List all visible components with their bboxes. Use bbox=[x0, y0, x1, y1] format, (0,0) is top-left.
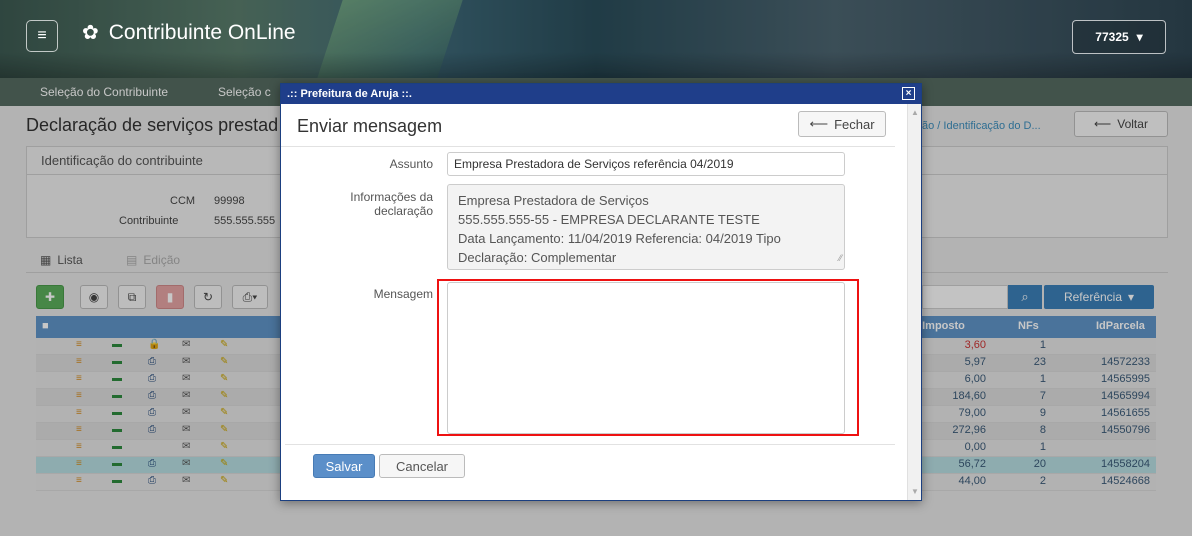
chevron-down-icon: ▾ bbox=[1136, 30, 1143, 44]
dialog-footer-divider bbox=[285, 444, 895, 445]
scroll-up-icon[interactable]: ▲ bbox=[911, 108, 919, 117]
hamburger-menu-button[interactable]: ≡ bbox=[26, 20, 58, 52]
scroll-down-icon[interactable]: ▼ bbox=[911, 487, 919, 496]
gear-icon: ✿ bbox=[82, 22, 99, 44]
cancel-button[interactable]: Cancelar bbox=[379, 454, 465, 478]
arrow-left-icon: ⟵ bbox=[809, 116, 829, 131]
save-button[interactable]: Salvar bbox=[313, 454, 375, 478]
brand-title: Contribuinte OnLine bbox=[108, 20, 296, 44]
dialog-titlebar: .:: Prefeitura de Aruja ::. × bbox=[281, 84, 921, 104]
dialog-window-title: .:: Prefeitura de Aruja ::. bbox=[287, 88, 412, 100]
close-icon[interactable]: × bbox=[902, 87, 915, 100]
info-line: 555.555.555-55 - EMPRESA DECLARANTE TEST… bbox=[458, 212, 760, 227]
highlight-box bbox=[437, 279, 859, 436]
close-label: Fechar bbox=[834, 116, 875, 132]
brand: ✿ Contribuinte OnLine bbox=[82, 20, 296, 45]
message-dialog: .:: Prefeitura de Aruja ::. × Enviar men… bbox=[280, 83, 922, 501]
assunto-label: Assunto bbox=[389, 157, 433, 171]
resize-handle-icon[interactable]: ⁄⁄ bbox=[839, 249, 842, 268]
assunto-field[interactable]: Empresa Prestadora de Serviços referênci… bbox=[447, 152, 845, 176]
dialog-title: Enviar mensagem bbox=[297, 116, 443, 136]
account-number: 77325 bbox=[1095, 30, 1129, 44]
info-label: Informações da declaração bbox=[350, 190, 433, 218]
info-line: Data Lançamento: 11/04/2019 Referencia: … bbox=[458, 231, 781, 246]
account-dropdown[interactable]: 77325 ▾ bbox=[1072, 20, 1166, 54]
dialog-divider bbox=[281, 146, 895, 147]
dialog-scrollbar[interactable]: ▲ ▼ bbox=[907, 104, 921, 500]
dialog-body: Enviar mensagem ⟵ Fechar Assunto Empresa… bbox=[281, 104, 921, 500]
info-declaracao-field: Empresa Prestadora de Serviços 555.555.5… bbox=[447, 184, 845, 270]
info-line: Empresa Prestadora de Serviços bbox=[458, 193, 649, 208]
close-button[interactable]: ⟵ Fechar bbox=[798, 111, 886, 137]
info-line: Declaração: Complementar bbox=[458, 250, 617, 265]
hamburger-icon: ≡ bbox=[37, 27, 47, 44]
mensagem-label: Mensagem bbox=[373, 287, 433, 301]
